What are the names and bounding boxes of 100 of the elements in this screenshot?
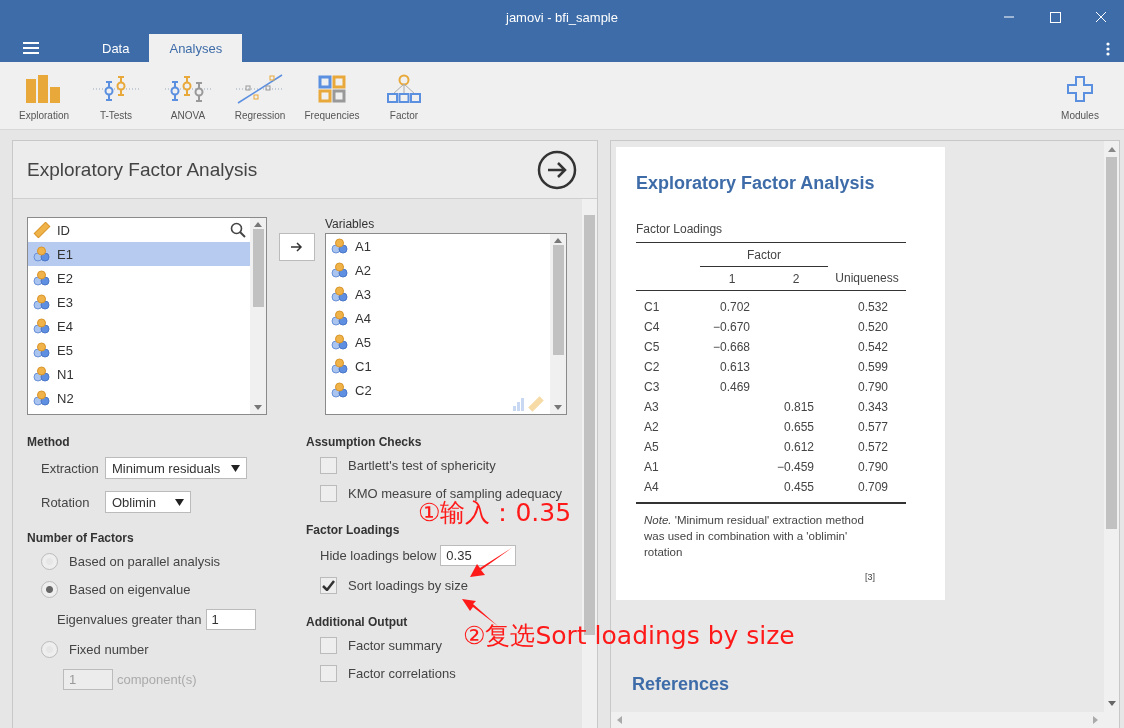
table-cell-text: 0.542 (856, 338, 889, 356)
move-button[interactable] (279, 233, 315, 261)
row-label: A1 (643, 458, 660, 476)
table-cell-text: 0.612 (782, 438, 815, 456)
reference-mark: [3] (865, 571, 875, 582)
scroll-down-icon[interactable] (554, 405, 562, 410)
row-label: C3 (643, 378, 661, 396)
table-cell-text: 0.599 (856, 358, 889, 376)
toolbar-button[interactable]: Modules (1044, 70, 1116, 126)
toolbar-button[interactable]: ANOVA (152, 70, 224, 126)
rotation-dropdown[interactable]: Oblimin (105, 491, 191, 513)
section-heading: Assumption Checks (306, 434, 423, 451)
caret-icon (231, 464, 240, 472)
toolbar-button[interactable]: T-Tests (80, 70, 152, 126)
table-cell-text: 0.709 (856, 478, 889, 496)
scrollbar-thumb[interactable] (252, 229, 264, 307)
scrollbar[interactable] (1104, 141, 1119, 728)
column-group-header: Factor (700, 242, 828, 267)
scrollbar-thumb[interactable] (552, 245, 564, 355)
list-item[interactable]: E4 (28, 314, 250, 338)
variable-icon (33, 366, 51, 382)
checkbox[interactable] (320, 456, 337, 474)
list-item[interactable]: N1 (28, 362, 250, 386)
checkbox[interactable] (320, 484, 337, 502)
list-item[interactable]: E1 (28, 242, 250, 266)
radio-button[interactable] (41, 552, 58, 570)
references-heading: References (632, 673, 731, 695)
toolbar-button[interactable]: Regression (224, 70, 296, 126)
toolbar-button[interactable]: Exploration (8, 70, 80, 126)
arrow-circle-icon[interactable] (537, 149, 577, 190)
scroll-up-icon[interactable] (1107, 147, 1116, 152)
loadings-threshold-field[interactable]: 0.35 (440, 544, 517, 566)
panel-title: Exploratory Factor Analysis (27, 158, 258, 181)
scroll-left-icon[interactable] (617, 716, 622, 724)
radio-button[interactable] (41, 640, 58, 658)
variable-icon (33, 246, 51, 262)
list-item[interactable]: C1 (326, 354, 550, 378)
option-label: Based on parallel analysis (69, 553, 221, 569)
field-label: Eigenvalues greater than (57, 611, 202, 627)
list-item[interactable]: E3 (28, 290, 250, 314)
more-icon[interactable] (1106, 42, 1110, 56)
variable-icon (331, 334, 349, 350)
scrollbar[interactable] (611, 712, 1104, 728)
error-bars-icon (165, 73, 211, 105)
variable-icon (33, 294, 51, 310)
list-item[interactable]: A2 (326, 258, 550, 282)
scroll-down-icon[interactable] (254, 405, 262, 410)
table-cell-text: −0.668 (711, 338, 751, 356)
measure-types-icon (512, 394, 546, 412)
toolbar-button[interactable]: Frequencies (296, 70, 368, 126)
list-item[interactable]: A3 (326, 282, 550, 306)
list-item[interactable]: E5 (28, 338, 250, 362)
scatter-line-icon (236, 73, 284, 105)
field-label: Hide loadings below (320, 547, 437, 563)
annotation-text: ②复选Sort loadings by size (463, 620, 795, 652)
list-item[interactable]: A5 (326, 330, 550, 354)
list-item[interactable]: A4 (326, 306, 550, 330)
scroll-up-icon[interactable] (554, 238, 562, 243)
variable-icon (33, 390, 51, 406)
variable-icon (33, 318, 51, 334)
variable-icon (331, 262, 349, 278)
list-item[interactable]: C2 (326, 378, 550, 402)
scroll-right-icon[interactable] (1093, 716, 1098, 724)
search-icon[interactable] (230, 222, 246, 238)
table-note: Note. 'Minimum residual' extraction method was used in combination with a 'oblimin' rotation (643, 512, 865, 560)
tab[interactable]: Analyses (149, 34, 243, 62)
table-title: Factor Loadings (636, 222, 724, 236)
row-label: C4 (643, 318, 661, 336)
tab[interactable]: Data (82, 34, 150, 62)
option-label: KMO measure of sampling adequacy (348, 485, 562, 501)
menu-icon[interactable] (23, 42, 39, 54)
radio-button[interactable] (41, 580, 58, 598)
option-label: Factor summary (348, 637, 442, 653)
scroll-down-icon[interactable] (1107, 701, 1116, 706)
checkbox[interactable] (320, 664, 337, 682)
variable-icon (33, 342, 51, 358)
list-item[interactable]: N2 (28, 386, 250, 410)
table-cell-text: 0.455 (782, 478, 815, 496)
section-heading: Number of Factors (27, 530, 135, 547)
list-label: Variables (325, 217, 376, 233)
option-label: Fixed number (69, 641, 149, 657)
toolbar-button[interactable]: Factor (368, 70, 440, 126)
table-cell-text: 0.702 (718, 298, 751, 316)
checkbox[interactable] (320, 576, 337, 594)
results-title: Exploratory Factor Analysis (636, 173, 876, 194)
section-heading: Factor Loadings (306, 522, 401, 539)
row-label: C2 (643, 358, 661, 376)
column-header: Uniqueness (828, 266, 906, 291)
table-cell-text: 0.520 (856, 318, 889, 336)
row-label: A2 (643, 418, 660, 436)
row-label: C1 (643, 298, 661, 316)
eigenvalue-field[interactable]: 1 (205, 608, 256, 630)
list-item[interactable]: ID (28, 218, 250, 242)
list-item[interactable]: E2 (28, 266, 250, 290)
option-label: Bartlett's test of sphericity (348, 457, 496, 473)
list-item[interactable]: A1 (326, 234, 550, 258)
scroll-up-icon[interactable] (254, 222, 262, 227)
extraction-dropdown[interactable]: Minimum residuals (105, 457, 247, 479)
table-cell-text: 0.469 (718, 378, 751, 396)
checkbox[interactable] (320, 636, 337, 654)
